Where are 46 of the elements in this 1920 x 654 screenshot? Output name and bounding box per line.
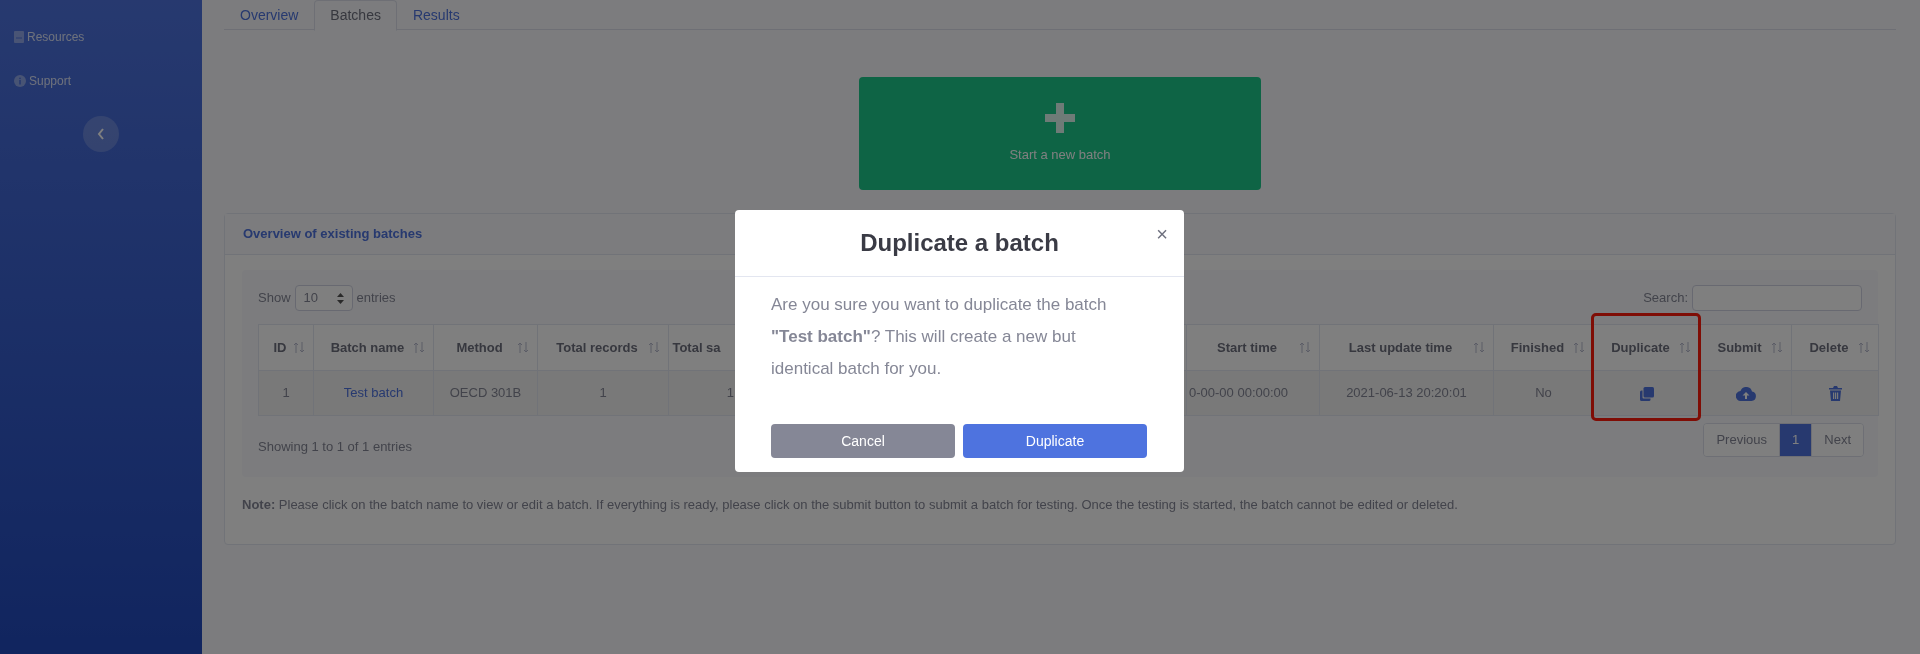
sidebar-item[interactable]: Support — [14, 72, 202, 90]
entries-select[interactable]: 10 — [294, 285, 353, 311]
tab[interactable]: Overview — [224, 0, 315, 30]
trash-icon[interactable] — [1828, 386, 1842, 402]
tab[interactable]: Results — [396, 0, 476, 30]
cancel-button[interactable]: Cancel — [771, 424, 955, 458]
sort-icon — [1573, 342, 1585, 353]
sidebar-item[interactable]: Resources — [14, 28, 202, 46]
table-info: Showing 1 to 1 of 1 entries — [258, 438, 412, 456]
column-header[interactable]: Last update time — [1319, 324, 1494, 371]
duplicate-button[interactable]: Duplicate — [963, 424, 1147, 458]
search-label: Search: — [1643, 289, 1688, 308]
column-header[interactable]: Finished — [1493, 324, 1594, 371]
tab[interactable]: Batches — [314, 0, 397, 31]
close-button[interactable]: × — [1156, 224, 1168, 244]
sort-icon — [1679, 342, 1691, 353]
sort-icon — [293, 342, 305, 353]
sort-icon — [1299, 342, 1311, 353]
sort-icon — [1473, 342, 1485, 353]
column-header[interactable]: Total records — [537, 324, 669, 371]
dialog-message: Are you sure you want to duplicate the batch "Test batch"? This will create a new but identical batch for you. — [770, 294, 1108, 380]
length-label: Show — [258, 289, 291, 308]
column-header[interactable]: Batch name — [313, 324, 434, 371]
select-arrows-icon — [336, 292, 344, 304]
chevron-left-icon — [97, 128, 105, 140]
cloud-upload-icon[interactable] — [1735, 386, 1756, 401]
sort-icon — [1771, 342, 1783, 353]
column-header[interactable]: Method — [433, 324, 538, 371]
column-header[interactable]: Submit — [1699, 324, 1792, 371]
column-header[interactable]: ID — [258, 324, 314, 371]
plus-icon — [1045, 102, 1075, 133]
column-header[interactable]: Total sa — [668, 324, 737, 371]
dialog-title: Duplicate a batch — [860, 228, 1059, 258]
start-new-batch-button[interactable]: Start a new batch — [859, 77, 1261, 190]
pagination-button[interactable]: 1 — [1779, 424, 1812, 456]
column-header[interactable]: Delete — [1791, 324, 1879, 371]
sort-icon — [648, 342, 660, 353]
copy-icon[interactable] — [1639, 386, 1654, 401]
batch-link[interactable]: Test batch — [343, 385, 404, 401]
pagination-button[interactable]: Next — [1811, 424, 1863, 456]
card-title: Overview of existing batches — [243, 225, 423, 244]
column-header[interactable]: Start time — [1186, 324, 1320, 371]
sort-icon — [413, 342, 425, 353]
length-label: entries — [356, 289, 396, 308]
sort-icon — [1858, 342, 1870, 353]
sort-icon — [517, 342, 529, 353]
